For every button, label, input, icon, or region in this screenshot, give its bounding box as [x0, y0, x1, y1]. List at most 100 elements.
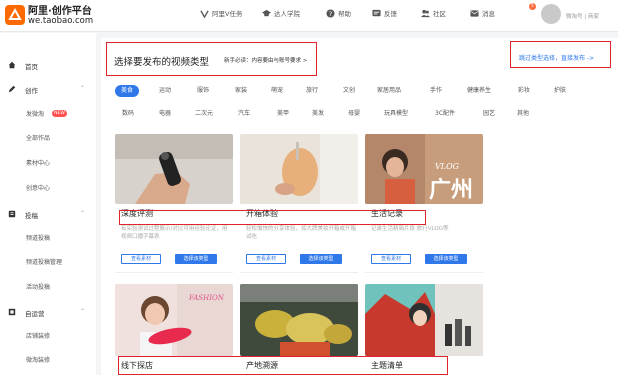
sidebar-item-operate[interactable]: 自运营 ⌃: [0, 306, 96, 320]
sidebar-item-create-label: 创作: [25, 87, 38, 95]
category-home-decor[interactable]: 家装: [235, 85, 247, 97]
chevron-up-icon: ⌃: [80, 308, 86, 315]
view-material-button[interactable]: 查看素材: [121, 254, 161, 264]
view-material-button[interactable]: 查看素材: [371, 254, 411, 264]
card-desc-life-record: 记录生活精简片段 旅行VLOG等: [371, 226, 449, 232]
nav-feedback[interactable]: 反馈: [372, 8, 397, 18]
sidebar: 首页 创作 ⌃ 发微淘 NEW 全部作品 素材中心 创意中心 投稿 ⌃ 频道投稿…: [0, 33, 96, 375]
avatar[interactable]: [541, 4, 561, 24]
chevron-up-icon: ⌃: [80, 85, 86, 92]
titles-highlight-box: [119, 210, 426, 225]
sidebar-item-operate-label: 自运营: [25, 310, 45, 318]
nav-messages[interactable]: 消息: [470, 8, 495, 18]
select-type-button[interactable]: 选择该类型: [425, 254, 467, 264]
category-auto[interactable]: 汽车: [238, 108, 250, 120]
card-divider: [115, 272, 233, 273]
sidebar-item-submit[interactable]: 投稿 ⌃: [0, 208, 96, 222]
view-material-button[interactable]: 查看素材: [246, 254, 286, 264]
platform-url: we.taobao.com: [28, 16, 94, 26]
card-image-unboxing: [240, 134, 358, 204]
sidebar-subitem-material-center[interactable]: 素材中心: [26, 158, 50, 167]
card-image-review: [115, 134, 233, 204]
vlog-image-text: VLOG: [435, 162, 460, 171]
card-image-store-visit: FASHION: [115, 284, 233, 356]
type-card-life-record[interactable]: VLOG 广州 生活记录 记录生活精简片段 旅行VLOG等 查看素材 选择该类型: [365, 134, 483, 274]
help-icon: ?: [326, 8, 335, 17]
sidebar-item-home[interactable]: 首页: [0, 59, 96, 73]
feedback-icon: [372, 9, 381, 16]
category-acg[interactable]: 二次元: [195, 108, 213, 120]
category-food[interactable]: 美食: [115, 85, 140, 97]
card-image-life-record: VLOG 广州: [365, 134, 483, 204]
top-bar: 阿里·创作平台 we.taobao.com 阿里V任务 达人学院 ? 帮助 反馈…: [0, 0, 618, 32]
v-icon: [200, 9, 209, 18]
community-icon: [421, 9, 430, 17]
category-makeup[interactable]: 彩妆: [518, 85, 530, 97]
home-icon: [8, 61, 16, 69]
sidebar-subitem-shop-decor[interactable]: 店铺装修: [26, 331, 50, 340]
card-desc-review: 有实验测试过程展示/对比可用经验论证，用视频口播字幕表: [121, 226, 228, 240]
category-apparel[interactable]: 服饰: [197, 85, 209, 97]
category-other[interactable]: 其他: [517, 108, 529, 120]
category-maternity[interactable]: 母婴: [348, 108, 360, 120]
card-divider: [365, 272, 483, 273]
operate-icon: [8, 308, 16, 316]
sidebar-subitem-weitao-decor[interactable]: 微淘装修: [26, 355, 50, 364]
category-3c-accessories[interactable]: 3C配件: [435, 108, 455, 120]
sidebar-subitem-creative-center[interactable]: 创意中心: [26, 183, 50, 192]
category-sports[interactable]: 运动: [159, 85, 171, 97]
submit-icon: [8, 210, 16, 218]
skip-type-link[interactable]: 跳过类型选择，直接发布 ->: [519, 53, 594, 62]
create-icon: [8, 85, 16, 93]
nav-community-label: 社区: [433, 10, 446, 18]
type-card-unboxing[interactable]: 开箱体验 轻松愉快的分享体验，如大牌美妆开箱或开箱试吃 查看素材 选择该类型: [240, 134, 358, 274]
sidebar-subitem-all-works[interactable]: 全部作品: [26, 133, 50, 142]
category-skincare[interactable]: 护肤: [554, 85, 566, 97]
category-culture[interactable]: 文创: [343, 85, 355, 97]
nav-community[interactable]: 社区: [421, 8, 446, 18]
city-image-text: 广州: [429, 178, 474, 203]
message-count-badge: 5: [529, 3, 536, 10]
alibaba-logo-icon[interactable]: [4, 4, 26, 26]
sidebar-subitem-channel-manage[interactable]: 频道投稿管理: [26, 257, 62, 266]
category-appliance[interactable]: 电器: [159, 108, 171, 120]
sidebar-item-create[interactable]: 创作 ⌃: [0, 83, 96, 97]
nav-v-task-label: 阿里V任务: [212, 10, 243, 18]
category-nails[interactable]: 美甲: [277, 108, 289, 120]
nav-academy-label: 达人学院: [274, 10, 300, 18]
platform-title[interactable]: 阿里·创作平台: [28, 2, 92, 17]
category-health[interactable]: 健康养生: [467, 85, 491, 97]
user-name[interactable]: 微淘号 | 商家: [566, 12, 599, 20]
sidebar-item-home-label: 首页: [25, 63, 38, 71]
category-travel[interactable]: 旅行: [306, 85, 318, 97]
chevron-up-icon: ⌃: [80, 210, 86, 217]
guide-link[interactable]: 新手必读：内容要由与账号要求 >: [224, 56, 307, 64]
sidebar-subitem-post[interactable]: 发微淘: [26, 109, 44, 118]
card-image-origin-trace: [240, 284, 358, 356]
select-type-button[interactable]: 选择该类型: [175, 254, 217, 264]
nav-academy[interactable]: 达人学院: [262, 8, 300, 18]
select-type-button[interactable]: 选择该类型: [300, 254, 342, 264]
card-divider: [240, 272, 358, 273]
category-household[interactable]: 家居用品: [377, 85, 401, 97]
sidebar-subitem-activity-submit[interactable]: 活动投稿: [26, 282, 50, 291]
category-pets[interactable]: 萌宠: [271, 85, 283, 97]
message-icon: [470, 9, 479, 17]
nav-help[interactable]: ? 帮助: [326, 8, 351, 18]
sidebar-item-submit-label: 投稿: [25, 212, 38, 220]
category-digital[interactable]: 数码: [122, 108, 134, 120]
category-garden[interactable]: 园艺: [483, 108, 495, 120]
nav-v-task[interactable]: 阿里V任务: [200, 8, 242, 18]
sidebar-subitem-channel-submit[interactable]: 频道投稿: [26, 233, 50, 242]
page-title: 选择要发布的视频类型: [114, 57, 210, 68]
category-handmade[interactable]: 手作: [430, 85, 442, 97]
nav-messages-label: 消息: [482, 10, 495, 18]
nav-help-label: 帮助: [338, 10, 351, 18]
card-desc-unboxing: 轻松愉快的分享体验，如大牌美妆开箱或开箱试吃: [246, 226, 357, 240]
svg-text:?: ?: [329, 10, 332, 17]
card-image-theme-list: [365, 284, 483, 356]
category-hair[interactable]: 美发: [312, 108, 324, 120]
type-card-review[interactable]: 深度评测 有实验测试过程展示/对比可用经验论证，用视频口播字幕表 查看素材 选择…: [115, 134, 233, 274]
category-toys[interactable]: 玩具模型: [384, 108, 408, 120]
fashion-image-text: FASHION: [189, 294, 224, 302]
